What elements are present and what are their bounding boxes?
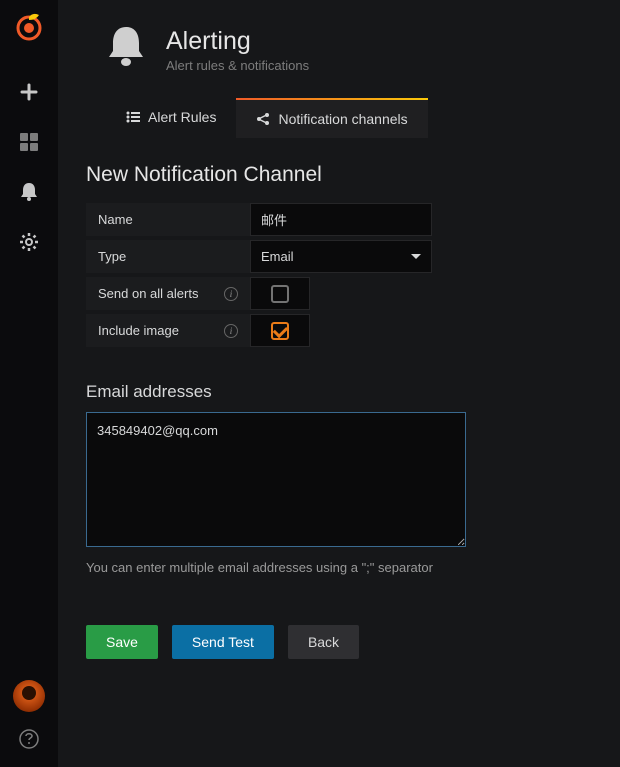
name-input[interactable] — [250, 203, 432, 236]
plus-icon[interactable] — [9, 72, 49, 112]
send-all-checkbox[interactable] — [271, 285, 289, 303]
sidebar — [0, 0, 58, 767]
name-label: Name — [86, 203, 250, 236]
send-all-checkbox-cell[interactable] — [250, 277, 310, 310]
info-icon[interactable]: i — [224, 287, 238, 301]
tab-notification-channels[interactable]: Notification channels — [236, 98, 427, 138]
page-header: Alerting Alert rules & notifications — [86, 25, 592, 74]
tab-label: Notification channels — [278, 111, 407, 127]
type-select[interactable]: Email — [250, 240, 432, 273]
include-image-label: Include image i — [86, 314, 250, 347]
type-label: Type — [86, 240, 250, 273]
bell-icon[interactable] — [9, 172, 49, 212]
main-content: Alerting Alert rules & notifications Ale… — [58, 0, 620, 767]
send-all-label: Send on all alerts i — [86, 277, 250, 310]
save-button[interactable]: Save — [86, 625, 158, 659]
back-button[interactable]: Back — [288, 625, 359, 659]
email-help: You can enter multiple email addresses u… — [86, 560, 466, 575]
help-icon[interactable] — [18, 728, 40, 755]
caret-down-icon — [411, 254, 421, 259]
tab-alert-rules[interactable]: Alert Rules — [106, 98, 236, 138]
send-all-row: Send on all alerts i — [86, 277, 592, 310]
grafana-logo[interactable] — [13, 10, 45, 42]
section-title: New Notification Channel — [86, 163, 592, 187]
dashboards-icon[interactable] — [9, 122, 49, 162]
name-row: Name — [86, 203, 592, 236]
tabs: Alert Rules Notification channels — [86, 98, 592, 138]
list-icon — [126, 110, 140, 124]
bell-header-icon — [106, 25, 146, 74]
send-test-button[interactable]: Send Test — [172, 625, 274, 659]
include-image-label-text: Include image — [98, 323, 179, 338]
type-row: Type Email — [86, 240, 592, 273]
tab-label: Alert Rules — [148, 109, 216, 125]
page-title: Alerting — [166, 27, 309, 56]
info-icon[interactable]: i — [224, 324, 238, 338]
email-textarea[interactable] — [86, 412, 466, 547]
type-value: Email — [261, 249, 294, 264]
send-all-label-text: Send on all alerts — [98, 286, 198, 301]
include-image-checkbox[interactable] — [271, 322, 289, 340]
include-image-checkbox-cell[interactable] — [250, 314, 310, 347]
avatar[interactable] — [13, 680, 45, 712]
share-icon — [256, 112, 270, 126]
include-image-row: Include image i — [86, 314, 592, 347]
button-row: Save Send Test Back — [86, 625, 592, 659]
page-subtitle: Alert rules & notifications — [166, 58, 309, 73]
gear-icon[interactable] — [9, 222, 49, 262]
email-addresses-label: Email addresses — [86, 382, 592, 402]
